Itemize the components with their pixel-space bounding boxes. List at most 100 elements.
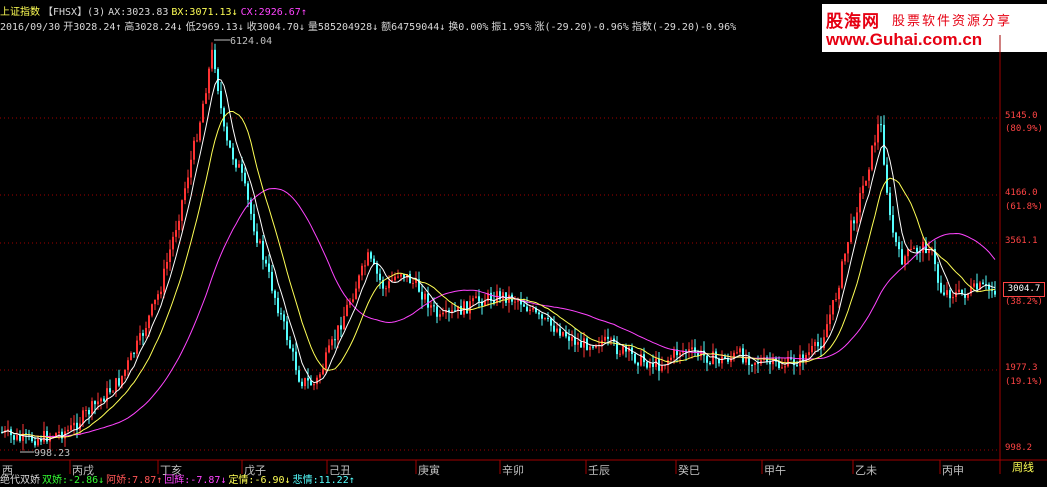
candle-body bbox=[736, 352, 738, 354]
candle-body bbox=[67, 429, 69, 432]
candle-body bbox=[301, 381, 303, 387]
candle-body bbox=[376, 263, 378, 274]
kline-chart[interactable]: 6124.04 998.23 bbox=[0, 0, 1047, 487]
candle-body bbox=[172, 236, 174, 250]
ma-short-line bbox=[1, 78, 996, 441]
candle-body bbox=[892, 215, 894, 233]
candle-body bbox=[322, 368, 324, 375]
candle-body bbox=[949, 290, 951, 299]
candle-body bbox=[280, 313, 282, 315]
x-label-8: 癸巳 bbox=[678, 464, 700, 477]
candle-body bbox=[229, 140, 231, 148]
candle-body bbox=[160, 291, 162, 295]
candle-body bbox=[169, 249, 171, 262]
y-label-3561: 3561.1 bbox=[1005, 236, 1038, 246]
candle-body bbox=[307, 378, 309, 381]
candle-body bbox=[517, 300, 519, 302]
candle-body bbox=[496, 291, 498, 304]
candle-body bbox=[319, 374, 321, 378]
candle-body bbox=[466, 301, 468, 314]
candle-body bbox=[982, 282, 984, 285]
candle-body bbox=[427, 293, 429, 308]
candle-body bbox=[379, 273, 381, 281]
candle-body bbox=[973, 283, 975, 287]
candle-body bbox=[85, 410, 87, 412]
candle-body bbox=[358, 275, 360, 289]
candle-body bbox=[622, 346, 624, 354]
candle-body bbox=[19, 435, 21, 441]
indicator-name[interactable]: 绝代双娇 bbox=[0, 475, 40, 486]
candle-body bbox=[334, 339, 336, 341]
candle-body bbox=[895, 232, 897, 243]
candle-body bbox=[619, 353, 621, 355]
candle-body bbox=[679, 352, 681, 356]
period-weekly-button[interactable]: 周线 bbox=[1000, 460, 1046, 476]
candle-body bbox=[532, 308, 534, 310]
candle-body bbox=[202, 103, 204, 123]
candle-body bbox=[646, 362, 648, 368]
high-annotation: 6124.04 bbox=[230, 36, 272, 47]
candle-body bbox=[145, 328, 147, 336]
candle-body bbox=[589, 346, 591, 351]
candle-body bbox=[16, 435, 18, 440]
candle-body bbox=[940, 282, 942, 293]
candle-body bbox=[163, 268, 165, 292]
candle-body bbox=[649, 362, 651, 368]
candle-body bbox=[901, 249, 903, 265]
candle-body bbox=[670, 357, 672, 361]
y-label-5145: 5145.0 bbox=[1005, 111, 1038, 121]
candle-body bbox=[946, 290, 948, 295]
candle-body bbox=[205, 93, 207, 104]
candle-body bbox=[442, 312, 444, 315]
candle-body bbox=[112, 391, 114, 393]
candle-body bbox=[181, 200, 183, 221]
candle-body bbox=[364, 265, 366, 267]
y-pct-618: (61.8%) bbox=[1005, 202, 1043, 212]
y-label-998: 998.2 bbox=[1005, 443, 1033, 453]
candle-body bbox=[247, 183, 249, 200]
candle-body bbox=[529, 309, 531, 312]
candle-body bbox=[190, 159, 192, 178]
candle-body bbox=[859, 193, 861, 213]
candle-body bbox=[133, 352, 135, 354]
candle-body bbox=[451, 310, 453, 312]
candle-body bbox=[550, 318, 552, 326]
candle-body bbox=[274, 290, 276, 298]
candle-body bbox=[832, 300, 834, 315]
candle-body bbox=[97, 401, 99, 405]
candle-body bbox=[799, 354, 801, 367]
candle-body bbox=[898, 242, 900, 250]
candle-body bbox=[739, 348, 741, 353]
candle-body bbox=[847, 242, 849, 254]
candle-body bbox=[253, 213, 255, 232]
candle-body bbox=[124, 369, 126, 376]
candle-body bbox=[355, 288, 357, 300]
candle-body bbox=[475, 296, 477, 299]
candle-body bbox=[808, 352, 810, 355]
candle-body bbox=[661, 365, 663, 371]
candle-body bbox=[232, 147, 234, 160]
candle-body bbox=[130, 352, 132, 361]
candle-body bbox=[271, 271, 273, 291]
x-label-11: 丙申 bbox=[942, 464, 964, 477]
candle-body bbox=[952, 296, 954, 299]
candle-body bbox=[313, 384, 315, 386]
candle-body bbox=[592, 346, 594, 348]
candle-body bbox=[361, 265, 363, 276]
candle-body bbox=[238, 164, 240, 168]
candle-body bbox=[193, 140, 195, 160]
candle-body bbox=[136, 340, 138, 354]
indicator-a: 双娇:-2.86↓ bbox=[42, 475, 105, 486]
candle-body bbox=[754, 362, 756, 366]
candle-body bbox=[577, 342, 579, 345]
candle-body bbox=[199, 122, 201, 141]
candle-body bbox=[316, 377, 318, 385]
candle-body bbox=[904, 256, 906, 265]
candle-body bbox=[262, 240, 264, 260]
candle-body bbox=[265, 259, 267, 264]
candle-body bbox=[421, 291, 423, 300]
candle-body bbox=[850, 220, 852, 243]
candle-body bbox=[7, 429, 9, 431]
candle-body bbox=[412, 282, 414, 284]
candle-body bbox=[814, 342, 816, 346]
